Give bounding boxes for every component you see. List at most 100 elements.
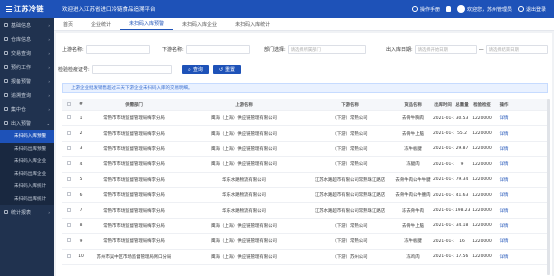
row-checkbox[interactable] <box>67 115 71 120</box>
sidebar-item-central-warehouse[interactable]: 集中仓 › <box>0 102 54 116</box>
table-row: 6 常熟市市场监督管理局梅李分局 华东水路物流有限公司 江苏水路超市有限公司常熟珠江路… <box>62 188 548 204</box>
row-checkbox[interactable] <box>67 176 71 181</box>
dept-label: 部门选择: <box>264 47 286 53</box>
sidebar-subitem-unscanned-in-company[interactable]: 未扫码入库企业 <box>0 155 54 168</box>
date-filter: 出入库日期: 请选择开始日期 — 请选择结束日期 <box>386 45 548 54</box>
dept-filter: 部门选择: 请选择所属部门 <box>264 45 366 54</box>
tab-unscanned-in-stats[interactable]: 未扫码入库统计 <box>226 18 279 30</box>
select-all-checkbox[interactable] <box>67 101 71 106</box>
sidebar-item-trade-query[interactable]: 交易查询 › <box>0 46 54 60</box>
user-menu[interactable]: 欢迎您，苏州管理员 <box>456 5 512 13</box>
sidebar-item-basic-info[interactable]: 基础信息 › <box>0 18 54 32</box>
cell-up: 鹰海（上海）供应链管理有限公司 <box>211 146 277 152</box>
central-warehouse-icon <box>4 107 8 111</box>
cell-weight: 55.2 <box>457 131 467 137</box>
row-checkbox[interactable] <box>67 192 71 197</box>
upstream-input[interactable] <box>85 45 150 54</box>
cell-down: （下游）常熟公司 <box>332 116 368 122</box>
date-end-input[interactable]: 请选择结束日期 <box>485 45 548 54</box>
cell-dept: 常熟市市场监督管理局梅李分局 <box>103 193 165 199</box>
detail-link[interactable]: 详情 <box>494 223 514 229</box>
row-checkbox[interactable] <box>67 207 71 212</box>
cell-goods: 冻鸡肉 <box>406 254 420 260</box>
search-button[interactable]: ⌕ 查询 <box>182 65 209 74</box>
sidebar: 基础信息 › 仓库信息 › 交易查询 › 预约工作 › 报备预警 › 追溯查询 › 集中仓 ›… <box>0 18 54 276</box>
sidebar-item-label: 集中仓 <box>11 106 27 113</box>
dept-select[interactable]: 请选择所属部门 <box>287 45 366 54</box>
cell-up: 鹰海（上海）供应链管理有限公司 <box>211 116 277 122</box>
sidebar-item-trace[interactable]: 追溯查询 › <box>0 88 54 102</box>
row-checkbox[interactable] <box>67 253 71 258</box>
detail-link[interactable]: 详情 <box>494 177 514 183</box>
table-row: 5 常熟市市场监督管理局梅李分局 华东水路物流有限公司 江苏水路超市有限公司常熟珠江路… <box>62 173 548 188</box>
sidebar-item-inout-warning[interactable]: 出入预警 ⌄ <box>0 116 54 130</box>
detail-link[interactable]: 详情 <box>494 161 514 167</box>
row-checkbox-cell <box>62 115 76 121</box>
detail-link[interactable]: 详情 <box>494 208 514 214</box>
cell-down: （下游）苏州公司 <box>332 254 368 260</box>
cell-date: 2021-01-13 <box>433 192 454 198</box>
sidebar-item-label: 预约工作 <box>11 64 32 71</box>
cell-dept: 常熟市市场监督管理局梅李分局 <box>103 116 165 122</box>
detail-link[interactable]: 详情 <box>494 146 514 152</box>
column-header: 上游名称 <box>235 102 253 108</box>
sidebar-subitem-unscanned-in-warning[interactable]: 未扫码入库预警 <box>0 130 54 143</box>
sidebar-subitem-unscanned-out-stats[interactable]: 未扫码出库统计 <box>0 192 54 205</box>
detail-link[interactable]: 详情 <box>494 192 514 198</box>
cell-no: 7 <box>79 208 83 214</box>
cell-no: 4 <box>79 161 83 167</box>
sidebar-item-report-warning[interactable]: 报备预警 › <box>0 74 54 88</box>
cell-no: 9 <box>79 238 83 244</box>
cell-date: 2021-01-14 <box>433 254 454 260</box>
sidebar-subitem-unscanned-out-warning[interactable]: 未扫码出库预警 <box>0 142 54 155</box>
tab-unscanned-in-warning[interactable]: 未扫码入库预警 <box>120 18 174 30</box>
tab-bar: 首页 企业统计 未扫码入库预警 未扫码入库企业 未扫码入库统计 <box>54 18 554 31</box>
avatar <box>456 5 465 13</box>
appointment-icon <box>4 65 8 69</box>
column-header: 下游名称 <box>341 102 359 108</box>
row-checkbox[interactable] <box>67 130 71 135</box>
logout-button[interactable]: 退出登录 <box>517 6 546 13</box>
cell-down: （下游）常熟公司 <box>332 146 368 152</box>
detail-link[interactable]: 详情 <box>494 238 514 244</box>
sidebar-item-appointment[interactable]: 预约工作 › <box>0 60 54 74</box>
top-bar: 江苏冷链 欢迎进入江苏省进口冷链食品追溯平台 操作手册 欢迎您，苏州管理员 退出… <box>0 0 554 18</box>
manual-button[interactable]: 操作手册 <box>411 6 440 13</box>
bell-icon[interactable] <box>445 6 451 12</box>
row-checkbox[interactable] <box>67 238 71 243</box>
sidebar-subitem-unscanned-out-company[interactable]: 未扫码出库企业 <box>0 167 54 180</box>
tab-company-stats[interactable]: 企业统计 <box>82 18 120 30</box>
table-scrollbar[interactable] <box>547 99 550 275</box>
detail-link[interactable]: 详情 <box>494 254 514 260</box>
tab-home[interactable]: 首页 <box>54 18 82 30</box>
table-row: 8 常熟市市场监督管理局梅李分局 鹰海（上海）供应链管理有限公司 （下游）常熟公司 去骨… <box>62 219 548 235</box>
cert-input[interactable] <box>91 65 172 74</box>
welcome-text: 欢迎您，苏州管理员 <box>466 6 512 13</box>
cell-goods: 去骨牛胸肉 <box>402 116 424 122</box>
sidebar-subitem-unscanned-in-stats[interactable]: 未扫码入库统计 <box>0 180 54 193</box>
row-checkbox[interactable] <box>67 222 71 227</box>
downstream-input[interactable] <box>185 45 250 54</box>
reset-button[interactable]: ↺ 重置 <box>212 65 242 74</box>
table-row: 4 常熟市市场监督管理局梅李分局 鹰海（上海）供应链管理有限公司 （下游）常熟公司 冻腿… <box>62 157 548 173</box>
sidebar-item-label: 出入预警 <box>11 120 32 127</box>
chevron-down-icon: ⌄ <box>46 120 50 126</box>
menu-icon[interactable] <box>6 6 12 12</box>
cell-date: 2021-01-13 <box>433 177 454 183</box>
cell-date: 2021-01-11 <box>433 115 454 121</box>
date-start-input[interactable]: 请选择开始日期 <box>414 45 477 54</box>
tab-unscanned-in-company[interactable]: 未扫码入库企业 <box>173 18 226 30</box>
upstream-filter: 上游名称: <box>62 45 150 54</box>
sidebar-item-stats-report[interactable]: 统计报表 › <box>0 205 54 219</box>
cell-down: 江苏水路超市有限公司常熟珠江路店 <box>314 193 386 199</box>
report-icon <box>4 79 8 83</box>
sidebar-item-warehouse[interactable]: 仓库信息 › <box>0 32 54 46</box>
row-checkbox[interactable] <box>67 145 71 150</box>
search-icon: ⌕ <box>188 66 191 73</box>
detail-link[interactable]: 详情 <box>494 131 514 137</box>
cell-cert: 1220000 <box>472 161 492 167</box>
row-checkbox[interactable] <box>67 161 71 166</box>
detail-link[interactable]: 详情 <box>494 115 514 121</box>
cell-goods: 去骨牛上脑 <box>402 223 424 229</box>
cell-cert: 1220000 <box>472 146 492 152</box>
